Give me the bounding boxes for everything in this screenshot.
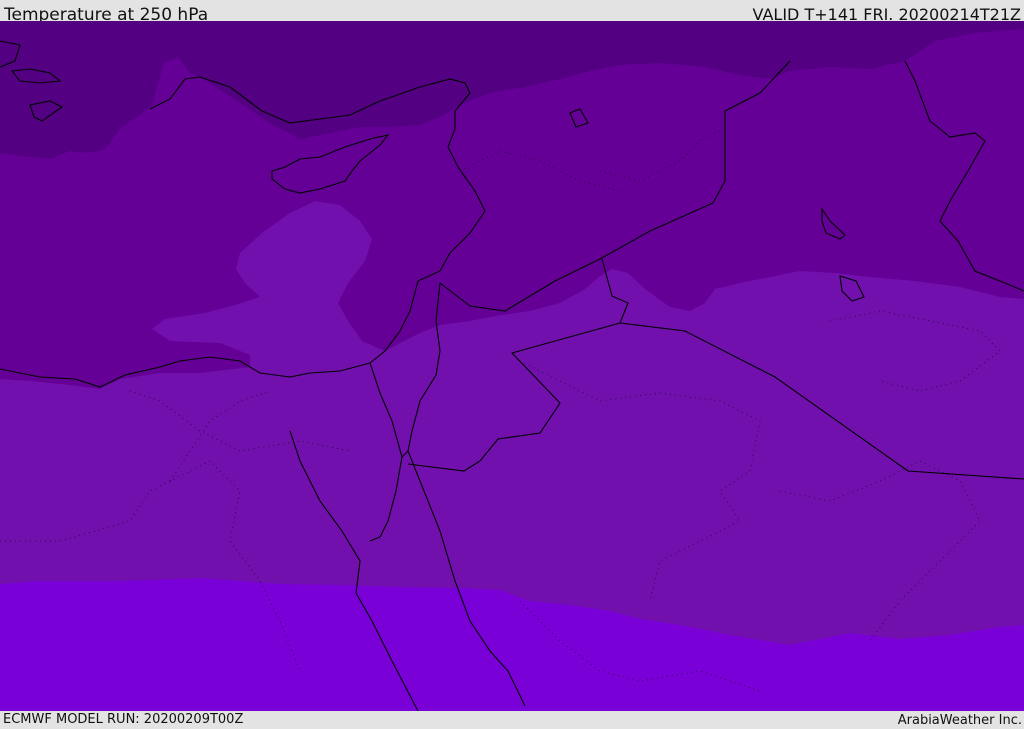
credit: ArabiaWeather Inc.: [897, 713, 1022, 728]
weather-map[interactable]: [0, 21, 1024, 711]
footer-bar: ECMWF MODEL RUN: 20200209T00Z ArabiaWeat…: [0, 711, 1024, 729]
model-run: ECMWF MODEL RUN: 20200209T00Z: [3, 712, 244, 727]
header-bar: Temperature at 250 hPa VALID T+141 FRI. …: [0, 0, 1024, 25]
map-canvas: [0, 21, 1024, 711]
